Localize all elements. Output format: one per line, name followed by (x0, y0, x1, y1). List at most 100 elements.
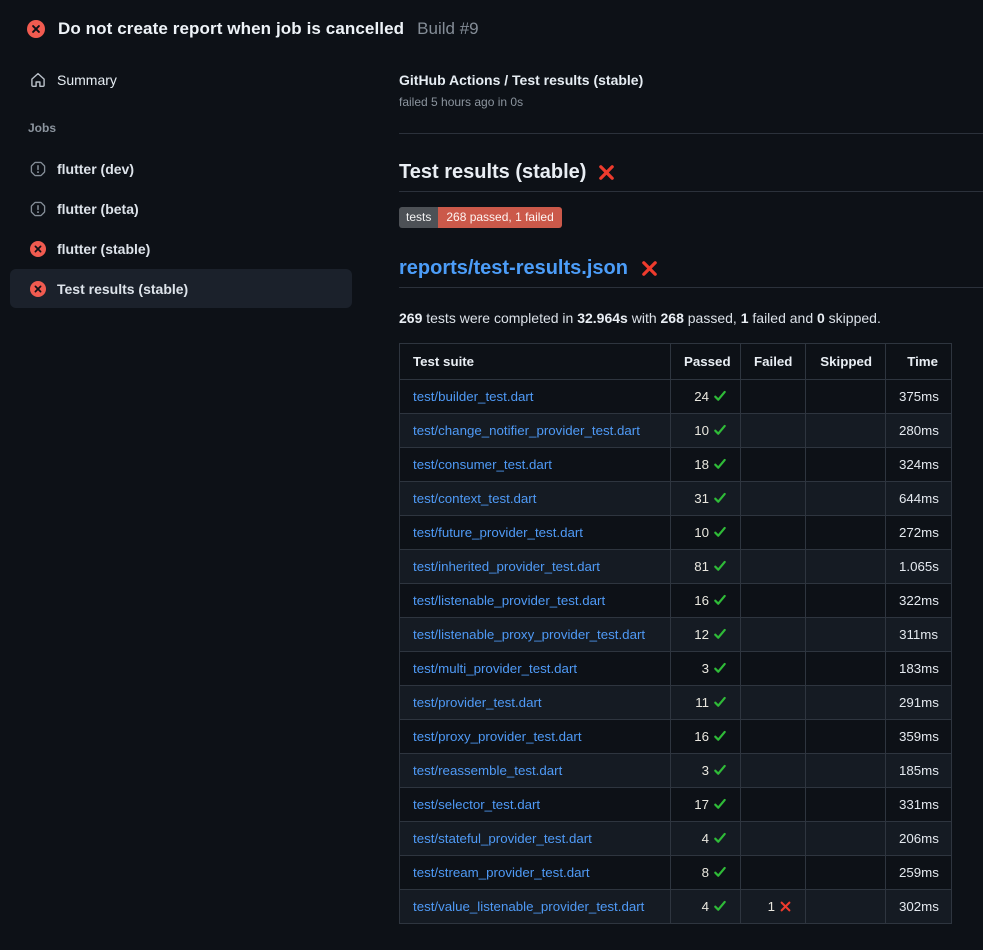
sidebar-item-summary[interactable]: Summary (0, 68, 366, 92)
summary-segment: 269 (399, 310, 422, 326)
report-title: reports/test-results.json (399, 254, 983, 288)
time-cell: 302ms (886, 890, 952, 924)
check-icon (713, 695, 727, 709)
passed-cell: 31 (671, 482, 741, 516)
test-suite-link[interactable]: test/listenable_provider_test.dart (413, 593, 605, 608)
sidebar-item-flutter-stable[interactable]: flutter (stable) (10, 229, 352, 268)
passed-count: 3 (702, 763, 709, 778)
check-icon (713, 661, 727, 675)
column-header-time: Time (886, 344, 952, 380)
column-header-failed: Failed (741, 344, 806, 380)
sidebar-item-test-results-stable[interactable]: Test results (stable) (10, 269, 352, 308)
check-icon (713, 593, 727, 607)
table-row: test/value_listenable_provider_test.dart… (400, 890, 952, 924)
time-cell: 324ms (886, 448, 952, 482)
table-row: test/provider_test.dart11291ms (400, 686, 952, 720)
suite-cell: test/listenable_proxy_provider_test.dart (400, 618, 671, 652)
summary-segment: skipped. (825, 310, 881, 326)
stop-icon (30, 201, 46, 217)
divider (399, 133, 983, 134)
test-suite-link[interactable]: test/listenable_proxy_provider_test.dart (413, 627, 645, 642)
test-suite-link[interactable]: test/multi_provider_test.dart (413, 661, 577, 676)
summary-segment: 0 (817, 310, 825, 326)
passed-cell: 4 (671, 822, 741, 856)
table-row: test/reassemble_test.dart 3 185ms (400, 754, 952, 788)
passed-count: 81 (694, 559, 709, 574)
test-suite-link[interactable]: test/consumer_test.dart (413, 457, 552, 472)
job-label: Test results (stable) (57, 281, 188, 297)
suite-cell: test/builder_test.dart (400, 380, 671, 414)
suite-cell: test/selector_test.dart (400, 788, 671, 822)
passed-count: 16 (694, 593, 709, 608)
skipped-cell (806, 890, 886, 924)
time-cell: 1.065s (886, 550, 952, 584)
build-title: Do not create report when job is cancell… (58, 19, 404, 39)
time-cell: 259ms (886, 856, 952, 890)
table-row: test/change_notifier_provider_test.dart1… (400, 414, 952, 448)
passed-cell: 18 (671, 448, 741, 482)
test-suite-link[interactable]: test/value_listenable_provider_test.dart (413, 899, 644, 914)
table-row: test/inherited_provider_test.dart 81 1.065… (400, 550, 952, 584)
passed-cell: 3 (671, 652, 741, 686)
table-row: test/listenable_proxy_provider_test.dart… (400, 618, 952, 652)
time-cell: 359ms (886, 720, 952, 754)
test-suite-link[interactable]: test/inherited_provider_test.dart (413, 559, 600, 574)
test-suite-link[interactable]: test/builder_test.dart (413, 389, 533, 404)
test-suite-link[interactable]: test/selector_test.dart (413, 797, 540, 812)
skipped-cell (806, 584, 886, 618)
passed-count: 17 (694, 797, 709, 812)
passed-cell: 12 (671, 618, 741, 652)
skipped-cell (806, 720, 886, 754)
test-suite-link[interactable]: test/stateful_provider_test.dart (413, 831, 592, 846)
time-cell: 206ms (886, 822, 952, 856)
sidebar: Summary Jobs flutter (dev)flutter (beta)… (0, 39, 366, 309)
failed-cell (741, 516, 806, 550)
skipped-cell (806, 652, 886, 686)
failed-cell (741, 448, 806, 482)
breadcrumb: GitHub Actions / Test results (stable) (399, 72, 983, 88)
suite-cell: test/provider_test.dart (400, 686, 671, 720)
status-line: failed 5 hours ago in 0s (399, 95, 983, 109)
test-suite-link[interactable]: test/context_test.dart (413, 491, 536, 506)
time-cell: 331ms (886, 788, 952, 822)
report-file-link[interactable]: reports/test-results.json (399, 254, 628, 282)
sidebar-item-flutter-dev[interactable]: flutter (dev) (10, 149, 352, 188)
test-suite-link[interactable]: test/stream_provider_test.dart (413, 865, 590, 880)
check-icon (713, 389, 727, 403)
job-label: flutter (stable) (57, 241, 150, 257)
check-icon (713, 797, 727, 811)
suite-cell: test/context_test.dart (400, 482, 671, 516)
passed-cell: 24 (671, 380, 741, 414)
failed-cell (741, 550, 806, 584)
passed-cell: 3 (671, 754, 741, 788)
time-cell: 311ms (886, 618, 952, 652)
passed-count: 11 (695, 695, 709, 710)
test-suite-link[interactable]: test/change_notifier_provider_test.dart (413, 423, 640, 438)
check-icon (713, 899, 727, 913)
failed-cell (741, 754, 806, 788)
main-content: GitHub Actions / Test results (stable) f… (366, 39, 983, 924)
test-suite-link[interactable]: test/provider_test.dart (413, 695, 542, 710)
test-suite-link[interactable]: test/future_provider_test.dart (413, 525, 583, 540)
passed-cell: 11 (671, 686, 741, 720)
time-cell: 375ms (886, 380, 952, 414)
passed-cell: 4 (671, 890, 741, 924)
passed-cell: 8 (671, 856, 741, 890)
sidebar-item-flutter-beta[interactable]: flutter (beta) (10, 189, 352, 228)
stop-icon (30, 161, 46, 177)
summary-segment: failed and (749, 310, 818, 326)
test-suite-link[interactable]: test/reassemble_test.dart (413, 763, 562, 778)
job-label: flutter (dev) (57, 161, 134, 177)
time-cell: 185ms (886, 754, 952, 788)
table-row: test/listenable_provider_test.dart16322m… (400, 584, 952, 618)
jobs-list: flutter (dev) flutter (beta) flutter (stab… (0, 149, 366, 308)
passed-count: 12 (694, 627, 709, 642)
test-suite-link[interactable]: test/proxy_provider_test.dart (413, 729, 582, 744)
check-icon (713, 627, 727, 641)
failed-cell (741, 482, 806, 516)
suite-cell: test/stateful_provider_test.dart (400, 822, 671, 856)
failed-cell: 1 (741, 890, 806, 924)
suite-cell: test/consumer_test.dart (400, 448, 671, 482)
check-icon (713, 865, 727, 879)
skipped-cell (806, 754, 886, 788)
